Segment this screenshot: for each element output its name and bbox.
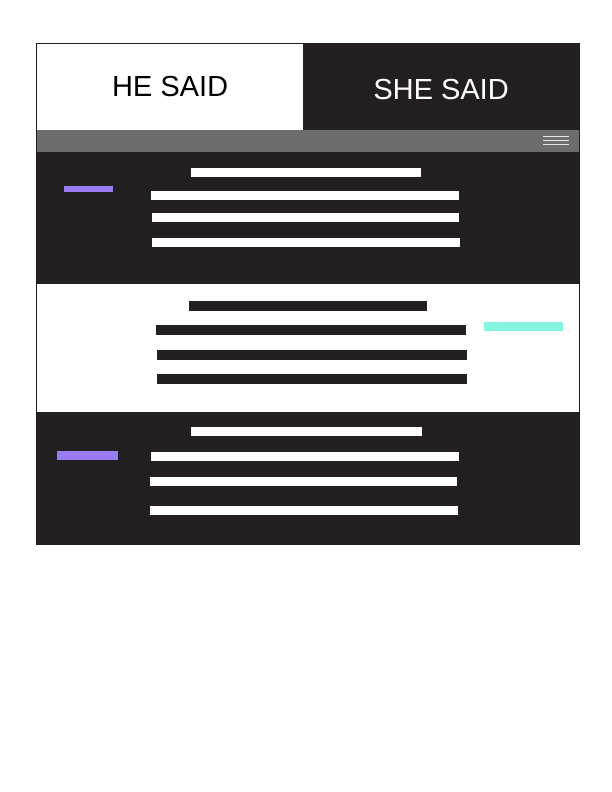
app-frame: HE SAID SHE SAID: [36, 43, 580, 545]
accent-tag: [57, 451, 118, 460]
message-card-he-2[interactable]: [37, 413, 579, 544]
hamburger-line: [543, 140, 569, 141]
accent-tag: [64, 186, 113, 192]
message-title-placeholder: [191, 168, 421, 177]
message-line-placeholder: [151, 191, 459, 200]
tab-she-said-label: SHE SAID: [373, 73, 509, 106]
message-line-placeholder: [156, 325, 466, 335]
tab-she-said[interactable]: SHE SAID: [303, 44, 579, 130]
hamburger-menu-icon[interactable]: [543, 134, 569, 148]
header: HE SAID SHE SAID: [37, 44, 579, 130]
message-line-placeholder: [152, 238, 460, 247]
message-title-placeholder: [189, 301, 427, 311]
accent-tag: [484, 322, 563, 331]
message-line-placeholder: [150, 506, 458, 515]
menu-bar: [37, 130, 579, 152]
message-line-placeholder: [152, 213, 459, 222]
message-line-placeholder: [151, 452, 459, 461]
message-title-placeholder: [191, 427, 422, 436]
message-card-he[interactable]: [37, 152, 579, 283]
message-card-she[interactable]: [37, 283, 579, 413]
message-line-placeholder: [157, 350, 467, 360]
message-line-placeholder: [157, 374, 467, 384]
hamburger-line: [543, 136, 569, 137]
tab-he-said-label: HE SAID: [111, 70, 229, 103]
hamburger-line: [543, 144, 569, 145]
tab-he-said[interactable]: HE SAID: [37, 44, 303, 130]
message-line-placeholder: [150, 477, 457, 486]
